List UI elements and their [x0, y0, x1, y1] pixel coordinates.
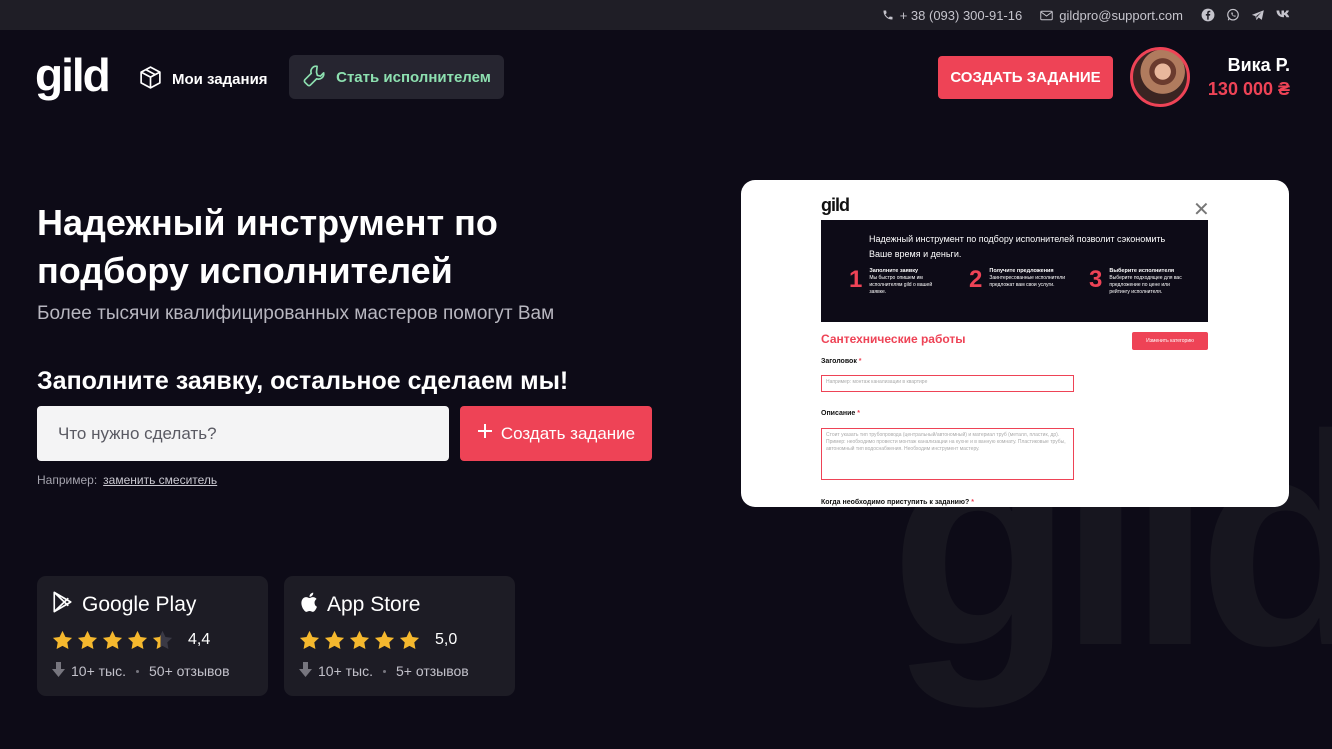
hero-cta-heading: Заполните заявку, остальное сделаем мы!	[37, 367, 569, 395]
become-performer-button[interactable]: Стать исполнителем	[289, 55, 504, 99]
facebook-icon[interactable]	[1201, 8, 1215, 22]
preview-banner-title: Надежный инструмент по подбору исполните…	[869, 234, 1166, 259]
whatsapp-icon[interactable]	[1226, 8, 1240, 22]
email-address: gildpro@support.com	[1059, 7, 1183, 23]
preview-category: Сантехнические работы	[821, 332, 966, 346]
preview-step: 2 Получите предложения Заинтересованные и…	[969, 268, 1069, 296]
phone-icon	[882, 9, 894, 21]
preview-steps: 1 Заполните заявку Мы быстро опишем им ис…	[849, 268, 1189, 296]
phone-number: + 38 (093) 300-91-16	[899, 7, 1023, 23]
store-rating: 5,0	[299, 630, 500, 650]
example-hint: Например: заменить смеситель	[37, 473, 217, 487]
downloads-count: 10+ тыс.	[71, 663, 127, 679]
create-task-submit-label: Создать задание	[500, 423, 636, 443]
preview-change-category: Изменить категорию	[1132, 332, 1208, 350]
nav-my-tasks-label: Мои задания	[172, 71, 268, 88]
telegram-icon[interactable]	[1251, 9, 1265, 22]
preview-description-field: Стоит указать тип трубопровода (централь…	[821, 428, 1074, 480]
hero-title: Надежный инструмент по подбору исполните…	[37, 202, 498, 291]
star-icon	[349, 630, 370, 650]
app-store-card[interactable]: App Store 5,0 10+ тыс. 5+ отзывов	[284, 576, 515, 696]
star-rating	[299, 630, 424, 650]
star-icon	[77, 630, 98, 650]
preview-logo: gild	[821, 195, 850, 215]
star-icon	[374, 630, 395, 650]
star-icon	[102, 630, 123, 650]
email-contact[interactable]: gildpro@support.com	[1040, 8, 1183, 23]
create-task-submit-button[interactable]: Создать задание	[460, 406, 652, 461]
mail-icon	[1040, 10, 1053, 21]
example-prefix: Например:	[37, 473, 98, 487]
nav-my-tasks[interactable]: Мои задания	[138, 65, 268, 94]
rating-value: 5,0	[435, 631, 458, 648]
star-icon	[152, 630, 173, 650]
preview-step: 1 Заполните заявку Мы быстро опишем им ис…	[849, 268, 949, 296]
star-icon	[324, 630, 345, 650]
box-icon	[138, 65, 163, 94]
step-title: Выберите исполнителя	[1109, 268, 1175, 274]
star-icon	[299, 630, 320, 650]
create-task-button[interactable]: СОЗДАТЬ ЗАДАНИЕ	[938, 56, 1113, 99]
step-number: 1	[849, 266, 863, 293]
preview-label-title: Заголовок *	[821, 358, 862, 365]
star-icon	[52, 630, 73, 650]
reviews-count: 50+ отзывов	[149, 663, 230, 679]
user-avatar[interactable]	[1130, 47, 1190, 107]
step-text: Мы быстро опишем им исполнителям gild о …	[869, 275, 933, 295]
rating-value: 4,4	[188, 631, 211, 648]
wrench-icon	[302, 63, 327, 92]
step-number: 2	[969, 266, 983, 293]
step-text: Выберите подходящее для вас предложение …	[1109, 275, 1182, 295]
user-balance: 130 000 ₴	[1207, 79, 1290, 99]
form-preview-image: gild ✕ Надежный инструмент по подбору ис…	[741, 180, 1289, 507]
store-name: Google Play	[82, 593, 197, 616]
preview-banner: Надежный инструмент по подбору исполните…	[821, 220, 1208, 322]
phone-contact[interactable]: + 38 (093) 300-91-16	[882, 7, 1023, 23]
preview-label-when: Когда необходимо приступить к заданию? *	[821, 499, 974, 506]
task-search-input[interactable]	[37, 406, 449, 461]
gild-logo[interactable]: gild	[35, 52, 111, 98]
downloads-count: 10+ тыс.	[318, 663, 374, 679]
store-name: App Store	[327, 593, 421, 616]
step-title: Получите предложения	[989, 268, 1054, 274]
hero-subtitle: Более тысячи квалифицированных мастеров …	[37, 303, 555, 324]
apple-icon	[299, 591, 318, 619]
separator-dot	[136, 669, 140, 673]
preview-title-field: Например: монтаж канализации в квартире	[821, 375, 1074, 392]
google-play-card[interactable]: Google Play 4,4 10+ тыс. 50+ отзывов	[37, 576, 268, 696]
preview-label-description: Описание *	[821, 410, 860, 417]
step-title: Заполните заявку	[869, 268, 919, 274]
download-icon	[52, 662, 65, 680]
example-link[interactable]: заменить смеситель	[103, 473, 217, 487]
top-contact-bar: + 38 (093) 300-91-16 gildpro@support.com	[0, 0, 1332, 30]
close-icon: ✕	[1193, 199, 1210, 221]
main-header: gild Мои задания Стать исполнителем СОЗД…	[0, 30, 1332, 130]
step-number: 3	[1089, 266, 1103, 293]
step-text: Заинтересованные исполнители предложат в…	[989, 275, 1065, 288]
preview-step: 3 Выберите исполнителя Выберите подходяще…	[1089, 268, 1189, 296]
separator-dot	[383, 669, 387, 673]
plus-icon	[477, 423, 493, 444]
store-rating: 4,4	[52, 630, 253, 650]
download-icon	[299, 662, 312, 680]
star-icon	[399, 630, 420, 650]
google-play-icon	[52, 591, 73, 619]
star-icon	[127, 630, 148, 650]
star-rating	[52, 630, 177, 650]
vk-icon[interactable]	[1276, 10, 1292, 20]
social-links	[1201, 8, 1292, 22]
become-performer-label: Стать исполнителем	[336, 68, 491, 86]
reviews-count: 5+ отзывов	[396, 663, 469, 679]
user-name[interactable]: Вика Р.	[1228, 55, 1290, 76]
